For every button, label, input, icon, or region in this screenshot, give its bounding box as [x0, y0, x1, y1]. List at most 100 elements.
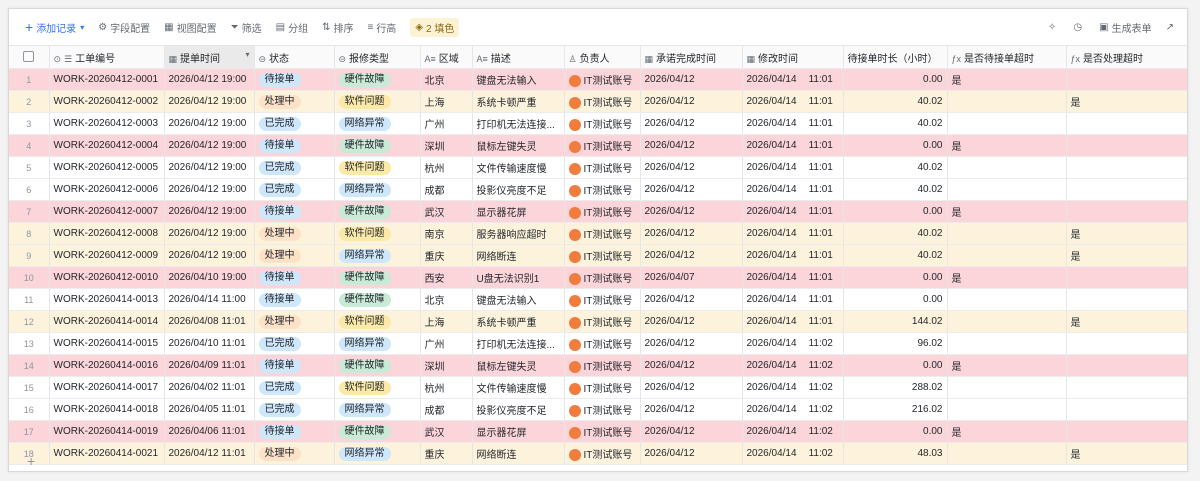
- cell-issue-type[interactable]: 网络异常: [334, 178, 421, 201]
- cell-description[interactable]: 键盘无法输入: [472, 288, 565, 311]
- cell-issue-type[interactable]: 硬件故障: [334, 134, 421, 157]
- cell-status[interactable]: 处理中: [254, 222, 335, 245]
- cell-wait-overdue[interactable]: 是: [947, 68, 1067, 91]
- cell-submit-time[interactable]: 2026/04/12 19:00: [164, 134, 255, 157]
- cell-wait-hours[interactable]: 0.00: [843, 68, 948, 91]
- cell-proc-overdue[interactable]: [1066, 398, 1187, 421]
- cell-status[interactable]: 已完成: [254, 112, 335, 135]
- cell-owner[interactable]: IT测试账号: [564, 222, 641, 245]
- cell-status[interactable]: 待接单: [254, 134, 335, 157]
- cell-promised[interactable]: 2026/04/12: [640, 332, 743, 355]
- cell-wait-hours[interactable]: 0.00: [843, 266, 948, 289]
- cell-modified[interactable]: 2026/04/14 11:01: [742, 266, 844, 289]
- cell-owner[interactable]: IT测试账号: [564, 68, 641, 91]
- cell-issue-type[interactable]: 硬件故障: [334, 266, 421, 289]
- cell-description[interactable]: U盘无法识别1: [472, 266, 565, 289]
- cell-status[interactable]: 待接单: [254, 68, 335, 91]
- cell-owner[interactable]: IT测试账号: [564, 266, 641, 289]
- cell-owner[interactable]: IT测试账号: [564, 244, 641, 267]
- cell-owner[interactable]: IT测试账号: [564, 112, 641, 135]
- cell-proc-overdue[interactable]: [1066, 376, 1187, 399]
- cell-issue-type[interactable]: 网络异常: [334, 112, 421, 135]
- cell-issue-type[interactable]: 网络异常: [334, 398, 421, 421]
- cell-id[interactable]: WORK-20260414-0013: [49, 288, 165, 311]
- cell-region[interactable]: 南京: [420, 222, 473, 245]
- cell-region[interactable]: 西安: [420, 266, 473, 289]
- cell-owner[interactable]: IT测试账号: [564, 134, 641, 157]
- cell-wait-overdue[interactable]: 是: [947, 266, 1067, 289]
- add-row-icon[interactable]: +: [27, 454, 35, 468]
- cell-wait-overdue[interactable]: [947, 442, 1067, 465]
- col-id[interactable]: ⊙ ☰ 工单编号: [49, 45, 165, 69]
- cell-proc-overdue[interactable]: [1066, 68, 1187, 91]
- cell-promised[interactable]: 2026/04/12: [640, 178, 743, 201]
- cell-wait-overdue[interactable]: 是: [947, 354, 1067, 377]
- cell-wait-overdue[interactable]: [947, 178, 1067, 201]
- view-config-button[interactable]: ▦ 视图配置: [164, 20, 216, 35]
- cell-owner[interactable]: IT测试账号: [564, 156, 641, 179]
- cell-status[interactable]: 处理中: [254, 310, 335, 333]
- cell-promised[interactable]: 2026/04/12: [640, 112, 743, 135]
- cell-issue-type[interactable]: 软件问题: [334, 90, 421, 113]
- cell-issue-type[interactable]: 软件问题: [334, 376, 421, 399]
- cell-proc-overdue[interactable]: [1066, 332, 1187, 355]
- cell-description[interactable]: 显示器花屏: [472, 420, 565, 443]
- cell-owner[interactable]: IT测试账号: [564, 90, 641, 113]
- cell-proc-overdue[interactable]: [1066, 266, 1187, 289]
- cell-issue-type[interactable]: 硬件故障: [334, 288, 421, 311]
- cell-submit-time[interactable]: 2026/04/12 19:00: [164, 156, 255, 179]
- fill-color-button[interactable]: ◈ 2 填色: [410, 17, 460, 37]
- cell-modified[interactable]: 2026/04/14 11:02: [742, 420, 844, 443]
- history-button[interactable]: ◷: [1073, 22, 1085, 33]
- cell-wait-overdue[interactable]: [947, 244, 1067, 267]
- cell-wait-hours[interactable]: 0.00: [843, 420, 948, 443]
- cell-promised[interactable]: 2026/04/07: [640, 266, 743, 289]
- cell-promised[interactable]: 2026/04/12: [640, 310, 743, 333]
- cell-issue-type[interactable]: 硬件故障: [334, 354, 421, 377]
- table-row[interactable]: 1 WORK-20260412-0001 2026/04/12 19:00 待接单 硬件…: [9, 68, 1187, 91]
- cell-issue-type[interactable]: 软件问题: [334, 156, 421, 179]
- cell-promised[interactable]: 2026/04/12: [640, 68, 743, 91]
- cell-proc-overdue[interactable]: [1066, 420, 1187, 443]
- cell-wait-hours[interactable]: 0.00: [843, 354, 948, 377]
- col-proc-overdue[interactable]: ƒx 是否处理超时: [1066, 45, 1187, 69]
- cell-region[interactable]: 上海: [420, 90, 473, 113]
- cell-modified[interactable]: 2026/04/14 11:02: [742, 354, 844, 377]
- cell-promised[interactable]: 2026/04/12: [640, 156, 743, 179]
- cell-id[interactable]: WORK-20260414-0015: [49, 332, 165, 355]
- cell-proc-overdue[interactable]: 是: [1066, 244, 1187, 267]
- cell-issue-type[interactable]: 软件问题: [334, 310, 421, 333]
- cell-submit-time[interactable]: 2026/04/12 19:00: [164, 222, 255, 245]
- cell-modified[interactable]: 2026/04/14 11:01: [742, 200, 844, 223]
- cell-submit-time[interactable]: 2026/04/10 19:00: [164, 266, 255, 289]
- select-all-checkbox[interactable]: [9, 45, 50, 69]
- cell-description[interactable]: 打印机无法连接...: [472, 332, 565, 355]
- cell-proc-overdue[interactable]: [1066, 354, 1187, 377]
- col-submit-time[interactable]: ▦ 提单时间 ▾: [164, 45, 255, 69]
- col-modified[interactable]: ▦ 修改时间: [742, 45, 844, 69]
- cell-submit-time[interactable]: 2026/04/12 19:00: [164, 112, 255, 135]
- cell-submit-time[interactable]: 2026/04/12 11:01: [164, 442, 255, 465]
- cell-description[interactable]: 显示器花屏: [472, 200, 565, 223]
- table-row[interactable]: 4 WORK-20260412-0004 2026/04/12 19:00 待接单 硬件…: [9, 134, 1187, 157]
- add-record-button[interactable]: + 添加记录 ▾: [25, 20, 84, 35]
- cell-modified[interactable]: 2026/04/14 11:01: [742, 244, 844, 267]
- cell-wait-hours[interactable]: 40.02: [843, 156, 948, 179]
- cell-region[interactable]: 重庆: [420, 244, 473, 267]
- field-config-button[interactable]: ⚙ 字段配置: [98, 20, 150, 35]
- cell-description[interactable]: 打印机无法连接...: [472, 112, 565, 135]
- cell-id[interactable]: WORK-20260414-0017: [49, 376, 165, 399]
- cell-region[interactable]: 成都: [420, 178, 473, 201]
- cell-modified[interactable]: 2026/04/14 11:01: [742, 134, 844, 157]
- cell-owner[interactable]: IT测试账号: [564, 332, 641, 355]
- cell-modified[interactable]: 2026/04/14 11:01: [742, 222, 844, 245]
- cell-wait-overdue[interactable]: [947, 288, 1067, 311]
- cell-modified[interactable]: 2026/04/14 11:02: [742, 376, 844, 399]
- table-row[interactable]: 10 WORK-20260412-0010 2026/04/10 19:00 待接单 硬…: [9, 266, 1187, 289]
- table-row[interactable]: 11 WORK-20260414-0013 2026/04/14 11:00 待接单 硬…: [9, 288, 1187, 311]
- cell-issue-type[interactable]: 硬件故障: [334, 68, 421, 91]
- cell-description[interactable]: 鼠标左键失灵: [472, 354, 565, 377]
- cell-submit-time[interactable]: 2026/04/12 19:00: [164, 90, 255, 113]
- cell-region[interactable]: 杭州: [420, 376, 473, 399]
- cell-wait-hours[interactable]: 40.02: [843, 112, 948, 135]
